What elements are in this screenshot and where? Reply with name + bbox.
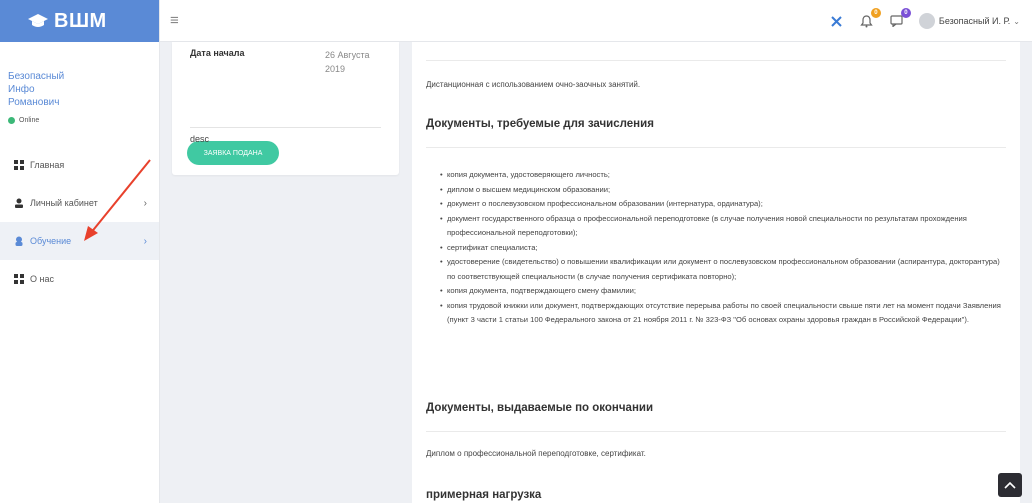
notification-bell-icon[interactable]: 0 [859,8,881,29]
divider [426,431,1006,432]
brand-name: ВШМ [54,9,107,32]
start-date-value-line2: 2019 [325,64,346,74]
list-item: сертификат специалиста; [440,241,1008,256]
list-item: копия документа, удостоверяющего личност… [440,168,1008,183]
sidebar-item-home[interactable]: Главная [0,146,159,184]
sidebar-item-label: Личный кабинет [30,198,98,208]
chevron-right-icon: › [143,197,147,209]
user-name-first[interactable]: Безопасный [8,70,159,83]
sidebar-item-education[interactable]: Обучение › [0,222,159,260]
docs-issued-text: Диплом о профессиональной переподготовке… [426,449,646,458]
course-details-card: Дистанционная с использованием очно-заоч… [412,42,1020,503]
topbar-actions: 0 0 Безопасный И. Р. ⌄ [829,0,1020,42]
dashboard-icon [14,274,24,284]
online-status: Online [8,117,159,124]
sidebar-item-cabinet[interactable]: Личный кабинет › [0,184,159,222]
bell-badge: 0 [870,8,881,18]
dashboard-icon [14,160,24,170]
course-description: desc [190,134,210,144]
list-item: диплом о высшем медицинском образовании; [440,183,1008,198]
chevron-right-icon: › [143,235,147,247]
avatar [918,13,935,29]
user-name-middle[interactable]: Инфо [8,83,159,96]
list-item: копия документа, подтверждающего смену ф… [440,284,1008,299]
profile-menu[interactable]: Безопасный И. Р. ⌄ [918,13,1020,29]
user-panel: Безопасный Инфо Романович Online [0,42,159,124]
list-item: копия трудовой книжки или документ, подт… [440,299,1008,328]
messages-badge: 0 [900,8,911,18]
load-heading: примерная нагрузка [426,489,542,501]
divider [190,127,381,128]
start-date-row: Дата начала 26 Августа 2019 [190,48,381,76]
fullscreen-icon[interactable] [829,13,845,29]
online-dot-icon [8,117,15,124]
online-status-label: Online [19,117,40,124]
list-item: документ государственного образца о проф… [440,212,1008,241]
messages-icon[interactable]: 0 [889,8,911,29]
course-info-card: Дата начала 26 Августа 2019 ЗАЯВКА ПОДАН… [172,42,399,175]
start-date-label: Дата начала [190,48,245,58]
start-date-value: 26 Августа 2019 [325,48,381,76]
sidebar: ВШМ Безопасный Инфо Романович Online Гла… [0,0,160,503]
user-icon [14,198,24,208]
profile-name: Безопасный И. Р. [938,16,1011,26]
chevron-up-icon [1004,481,1016,489]
docs-required-list: копия документа, удостоверяющего личност… [440,168,1008,328]
divider [426,60,1006,61]
hamburger-menu-icon[interactable]: ≡ [170,12,179,29]
sidebar-item-label: Главная [30,160,65,170]
application-submitted-button[interactable]: ЗАЯВКА ПОДАНА [187,141,279,165]
start-date-value-line1: 26 Августа [325,50,370,60]
sidebar-nav: Главная Личный кабинет › Обучение › О на… [0,146,159,298]
topbar: ≡ 0 0 Безопасный И. Р. ⌄ [160,0,1032,42]
user-name-last[interactable]: Романович [8,96,159,109]
divider [426,147,1006,148]
sidebar-item-about[interactable]: О нас [0,260,159,298]
sidebar-item-label: Обучение [30,236,72,246]
brand-logo[interactable]: ВШМ [0,0,159,42]
docs-required-heading: Документы, требуемые для зачисления [426,118,654,130]
sidebar-item-label: О нас [30,274,54,284]
education-icon [14,236,24,246]
graduation-cap-icon [28,14,48,27]
docs-issued-heading: Документы, выдаваемые по окончании [426,402,654,414]
list-item: удостоверение (свидетельство) о повышени… [440,255,1008,284]
list-item: документ о послевузовском профессиональн… [440,197,1008,212]
scroll-to-top-button[interactable] [998,473,1022,497]
chevron-down-icon: ⌄ [1013,16,1020,26]
study-form-text: Дистанционная с использованием очно-заоч… [426,80,641,89]
